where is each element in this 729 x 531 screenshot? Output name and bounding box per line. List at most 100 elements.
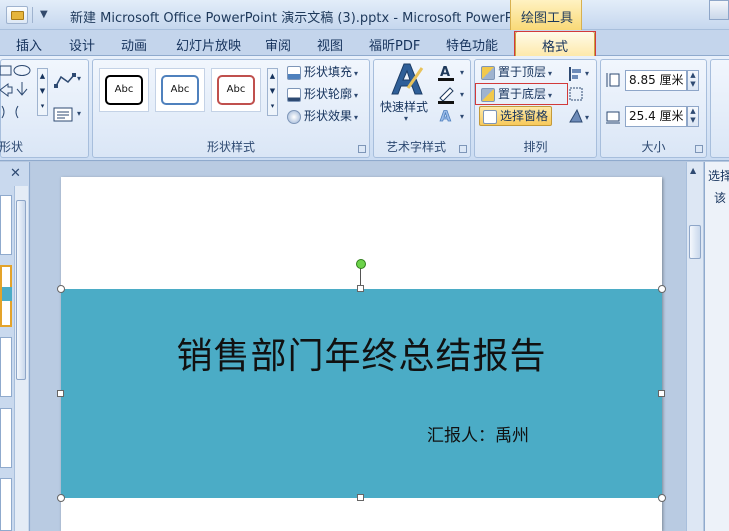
brace-shape-icon [1,105,5,119]
shape-style-sample-3[interactable]: Abc [211,68,261,112]
send-to-back-highlight [475,83,568,105]
pen-icon [287,87,301,102]
resize-handle-left[interactable] [57,390,64,397]
tab-insert[interactable]: 插入 [16,35,42,54]
slide-vertical-scrollbar[interactable] [686,162,703,531]
oval-shape-icon [13,65,31,76]
tab-foxit-pdf[interactable]: 福昕PDF [369,35,420,54]
bring-to-front-icon [481,65,495,80]
group-insert-shapes: ▲ ▼ ▾ ▾ ▾ 形状 [0,59,89,158]
svg-text:▾: ▾ [585,113,589,122]
tab-view[interactable]: 视图 [317,35,343,54]
selection-pane-icon [483,109,497,124]
slide-subtitle[interactable]: 汇报人：禹州 [427,421,529,446]
resize-handle-right[interactable] [658,390,665,397]
shape-effects-label: 形状效果 [304,109,353,123]
shape-styles-scroll[interactable]: ▲ ▼ ▾ [267,68,278,116]
slide-scroll-thumb[interactable] [689,225,701,259]
text-effects-icon[interactable]: A [436,108,458,124]
rotate-icon [569,108,583,123]
group-size: 8.85 厘米 ▲ ▼ 25.4 厘米 ▲ ▼ 大小 [600,59,707,158]
shape-fill-label: 形状填充 [304,65,353,79]
slide-thumbnail-3[interactable] [0,337,12,397]
close-pane-icon[interactable]: ✕ [10,166,21,181]
slide-thumbnail-5[interactable] [0,478,12,531]
paint-bucket-icon [287,65,301,80]
text-box-dropdown-icon[interactable]: ▾ [77,109,81,118]
text-box-icon[interactable] [53,107,75,123]
bring-to-front-button[interactable]: 置于顶层 ▾ [481,63,552,81]
group-arrange-label: 排列 [523,140,548,154]
shape-style-sample-1[interactable]: Abc [99,68,149,112]
slides-pane-scrollbar[interactable] [14,186,28,531]
resize-handle-top-left[interactable] [57,285,65,293]
resize-handle-top-right[interactable] [658,285,666,293]
resize-handle-bottom-right[interactable] [658,494,666,502]
width-stepper[interactable]: ▲ ▼ [687,106,699,127]
shape-styles-launcher-icon[interactable] [358,145,366,153]
text-outline-icon[interactable] [436,86,458,104]
selection-pane-title: 选择 [708,169,729,183]
rotation-handle[interactable] [356,259,366,269]
tab-animation[interactable]: 动画 [121,35,147,54]
height-icon [606,73,620,87]
shape-effects-button[interactable]: 形状效果 ▾ [287,107,358,125]
svg-text:▾: ▾ [585,69,589,78]
shape-style-sample-2[interactable]: Abc [155,68,205,112]
slide-thumbnail-2[interactable] [0,265,12,327]
shape-width-input[interactable]: 25.4 厘米 [625,106,687,127]
slide-thumbnail-1[interactable] [0,195,12,255]
drawing-tools-context: 绘图工具 [510,0,582,30]
resize-handle-bottom-left[interactable] [57,494,65,502]
format-tab-highlight [514,31,596,57]
qat-separator [32,7,33,23]
wordart-launcher-icon[interactable] [459,145,467,153]
scroll-up-icon[interactable]: ▲ [690,166,696,175]
text-fill-icon[interactable]: A [436,64,458,82]
tab-slideshow[interactable]: 幻灯片放映 [176,35,241,54]
tab-special-features[interactable]: 特色功能 [446,35,498,54]
wordart-a-icon[interactable] [388,62,424,98]
align-group-rotate-icons[interactable]: ▾ ▾ [567,64,595,126]
size-launcher-icon[interactable] [695,145,703,153]
shape-outline-label: 形状轮廓 [304,87,353,101]
bring-to-front-label: 置于顶层 [498,65,547,79]
window-title: 新建 Microsoft Office PowerPoint 演示文稿 (3).… [70,11,538,26]
quick-styles-dropdown-icon[interactable]: ▾ [404,114,408,123]
ribbon-tab-row [0,30,729,56]
group-shape-styles-label: 形状样式 [206,140,255,154]
quick-styles-label: 快速样式 [380,100,429,114]
selection-pane-label: 选择窗格 [500,109,549,123]
shape-height-input[interactable]: 8.85 厘米 [625,70,687,91]
selection-pane [704,162,729,531]
brace-right-shape-icon [15,105,19,119]
group-wordart-styles: 快速样式 ▾ A ▾ ▾ A ▾ 艺术字样式 [373,59,471,158]
effects-icon [287,109,301,124]
width-icon [606,111,620,124]
shape-fill-button[interactable]: 形状填充 ▾ [287,63,358,81]
shape-outline-button[interactable]: 形状轮廓 ▾ [287,85,358,103]
edit-shape-icon[interactable] [53,72,77,90]
shape-style-sample-3-text: Abc [217,75,255,105]
open-folder-button[interactable] [6,6,28,24]
arrow-shape-icon [0,83,13,97]
title-shape[interactable]: 销售部门年终总结报告 汇报人：禹州 [61,289,662,498]
selection-pane-button[interactable]: 选择窗格 [479,106,553,126]
text-outline-dropdown-icon[interactable]: ▾ [460,90,464,99]
group-truncated [710,59,729,158]
folder-icon [11,11,24,20]
resize-handle-top[interactable] [357,285,364,292]
text-fill-dropdown-icon[interactable]: ▾ [460,68,464,77]
shapes-gallery-scroll[interactable]: ▲ ▼ ▾ [37,68,48,116]
slides-pane-scroll-thumb[interactable] [16,200,26,380]
window-control-button[interactable] [709,0,729,20]
slide-title[interactable]: 销售部门年终总结报告 [61,327,662,379]
slide-thumbnail-4[interactable] [0,408,12,468]
customize-qat-icon[interactable]: ▼ [40,9,48,20]
edit-shape-dropdown-icon[interactable]: ▾ [77,74,81,83]
height-stepper[interactable]: ▲ ▼ [687,70,699,91]
tab-review[interactable]: 审阅 [265,35,291,54]
resize-handle-bottom[interactable] [357,494,364,501]
text-effects-dropdown-icon[interactable]: ▾ [460,112,464,121]
tab-design[interactable]: 设计 [69,35,95,54]
